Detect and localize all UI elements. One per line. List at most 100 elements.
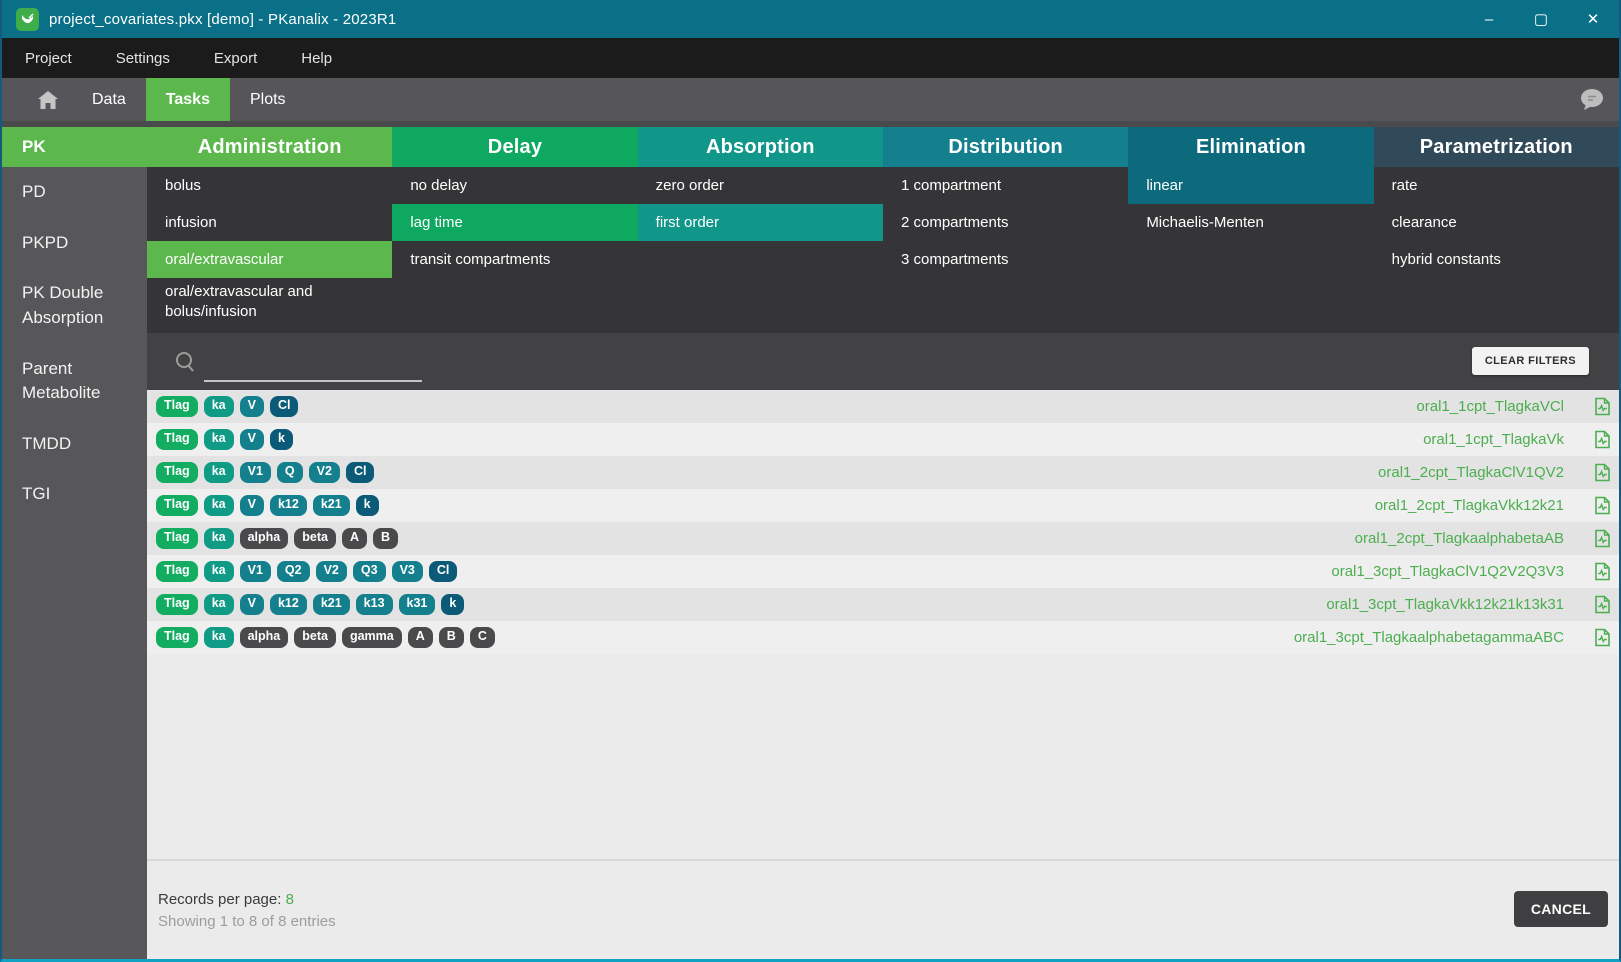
- filter-option-bolus[interactable]: bolus: [147, 167, 392, 204]
- model-row[interactable]: TlagkaV1Q2V2Q3V3Cloral1_3cpt_TlagkaClV1Q…: [147, 555, 1619, 588]
- filter-option-zero-order[interactable]: zero order: [638, 167, 883, 204]
- filter-option-linear[interactable]: linear: [1128, 167, 1373, 204]
- pkanalix-logo-icon: [16, 8, 39, 31]
- tab-tasks[interactable]: Tasks: [146, 78, 230, 121]
- parameter-tag-cl: Cl: [429, 561, 458, 582]
- column-header-absorption: Absorption: [638, 127, 883, 167]
- model-row[interactable]: TlagkaalphabetaABoral1_2cpt_Tlagkaalphab…: [147, 522, 1619, 555]
- filter-option-1-compartment[interactable]: 1 compartment: [883, 167, 1128, 204]
- model-search-input[interactable]: [204, 356, 422, 382]
- sidebar-item-pk[interactable]: PK: [2, 127, 147, 167]
- model-library-panel: AdministrationDelayAbsorptionDistributio…: [147, 127, 1619, 959]
- model-name[interactable]: oral1_3cpt_TlagkaVkk12k21k13k31: [1326, 596, 1564, 613]
- filter-option-lag-time[interactable]: lag time: [392, 204, 637, 241]
- parameter-tags: TlagkaVk12k21k13k31k: [156, 594, 470, 615]
- model-file-icon[interactable]: [1594, 595, 1611, 614]
- cancel-button[interactable]: CANCEL: [1514, 891, 1608, 927]
- parameter-tag-v: V: [240, 594, 264, 615]
- model-file-icon[interactable]: [1594, 529, 1611, 548]
- filter-option-2-compartments[interactable]: 2 compartments: [883, 204, 1128, 241]
- parameter-tag-q: Q: [277, 462, 303, 483]
- window-title: project_covariates.pkx [demo] - PKanalix…: [49, 11, 396, 28]
- model-name[interactable]: oral1_3cpt_TlagkaalphabetagammaABC: [1294, 629, 1564, 646]
- menu-item-export[interactable]: Export: [192, 50, 279, 67]
- model-row[interactable]: TlagkaVCloral1_1cpt_TlagkaVCl: [147, 390, 1619, 423]
- menu-item-help[interactable]: Help: [279, 50, 354, 67]
- model-file-icon[interactable]: [1594, 628, 1611, 647]
- filter-option-clearance[interactable]: clearance: [1374, 204, 1619, 241]
- model-name[interactable]: oral1_2cpt_TlagkaClV1QV2: [1378, 464, 1564, 481]
- parameter-tag-beta: beta: [294, 627, 336, 648]
- parameter-tag-cl: Cl: [346, 462, 375, 483]
- sidebar-item-tgi[interactable]: TGI: [2, 469, 147, 520]
- parameter-tag-k12: k12: [270, 495, 307, 516]
- filter-option-3-compartments[interactable]: 3 compartments: [883, 241, 1128, 278]
- filter-option-transit-compartments[interactable]: transit compartments: [392, 241, 637, 278]
- model-row[interactable]: TlagkaV1QV2Cloral1_2cpt_TlagkaClV1QV2: [147, 456, 1619, 489]
- model-name[interactable]: oral1_2cpt_TlagkaVkk12k21: [1375, 497, 1564, 514]
- parameter-tag-k31: k31: [399, 594, 436, 615]
- model-file-icon[interactable]: [1594, 562, 1611, 581]
- home-tab[interactable]: [2, 78, 72, 121]
- model-name[interactable]: oral1_2cpt_TlagkaalphabetaAB: [1355, 530, 1564, 547]
- model-name[interactable]: oral1_1cpt_TlagkaVk: [1423, 431, 1564, 448]
- showing-entries-text: Showing 1 to 8 of 8 entries: [158, 913, 1619, 930]
- filter-option-hybrid-constants[interactable]: hybrid constants: [1374, 241, 1619, 278]
- clear-filters-button[interactable]: CLEAR FILTERS: [1472, 347, 1589, 375]
- minimize-button[interactable]: –: [1463, 0, 1515, 38]
- parameter-tag-k12: k12: [270, 594, 307, 615]
- parameter-tag-v: V: [240, 495, 264, 516]
- sidebar-item-pk-double-absorption[interactable]: PK Double Absorption: [2, 268, 147, 343]
- parameter-tag-tlag: Tlag: [156, 561, 198, 582]
- filter-option-rate[interactable]: rate: [1374, 167, 1619, 204]
- model-file-icon[interactable]: [1594, 463, 1611, 482]
- chat-bubble-icon[interactable]: [1579, 88, 1605, 117]
- sidebar-item-tmdd[interactable]: TMDD: [2, 419, 147, 470]
- model-row[interactable]: TlagkaVkoral1_1cpt_TlagkaVk: [147, 423, 1619, 456]
- filter-option-oral-extravascular-and-bolus-infusion[interactable]: oral/extravascular and bolus/infusion: [147, 278, 392, 325]
- model-file-icon[interactable]: [1594, 496, 1611, 515]
- parameter-tag-b: B: [373, 528, 398, 549]
- parameter-tag-v3: V3: [392, 561, 423, 582]
- close-button[interactable]: ✕: [1567, 0, 1619, 38]
- parameter-tag-k: k: [270, 429, 293, 450]
- parameter-tag-tlag: Tlag: [156, 396, 198, 417]
- filter-option-no-delay[interactable]: no delay: [392, 167, 637, 204]
- model-file-icon[interactable]: [1594, 430, 1611, 449]
- menu-item-project[interactable]: Project: [2, 50, 94, 67]
- model-row[interactable]: TlagkaVk12k21k13k31k oral1_3cpt_TlagkaVkk…: [147, 588, 1619, 621]
- parameter-tag-tlag: Tlag: [156, 528, 198, 549]
- parameter-tag-ka: ka: [204, 627, 234, 648]
- list-footer: Records per page: 8 Showing 1 to 8 of 8 …: [147, 859, 1619, 959]
- maximize-button[interactable]: ▢: [1515, 0, 1567, 38]
- menu-item-settings[interactable]: Settings: [94, 50, 192, 67]
- records-per-page-value[interactable]: 8: [286, 891, 294, 908]
- parameter-tag-ka: ka: [204, 462, 234, 483]
- parameter-tag-tlag: Tlag: [156, 462, 198, 483]
- filter-option-first-order[interactable]: first order: [638, 204, 883, 241]
- model-name[interactable]: oral1_1cpt_TlagkaVCl: [1416, 398, 1564, 415]
- sidebar-item-parent-metabolite[interactable]: Parent Metabolite: [2, 344, 147, 419]
- sidebar-item-pd[interactable]: PD: [2, 167, 147, 218]
- parameter-tag-q3: Q3: [353, 561, 386, 582]
- filter-column-absorption: zero orderfirst order: [638, 167, 883, 333]
- parameter-tag-k: k: [356, 495, 379, 516]
- model-row[interactable]: TlagkaVk12k21koral1_2cpt_TlagkaVkk12k21: [147, 489, 1619, 522]
- column-header-elimination: Elimination: [1128, 127, 1373, 167]
- sidebar-item-pkpd[interactable]: PKPD: [2, 218, 147, 269]
- model-row[interactable]: TlagkaalphabetagammaABCoral1_3cpt_Tlagka…: [147, 621, 1619, 654]
- model-file-icon[interactable]: [1594, 397, 1611, 416]
- filter-column-parametrization: rateclearancehybrid constants: [1374, 167, 1619, 333]
- parameter-tag-b: B: [439, 627, 464, 648]
- main-area: PKPDPKPDPK Double AbsorptionParent Metab…: [2, 121, 1619, 959]
- tab-plots[interactable]: Plots: [230, 78, 306, 121]
- tab-bar: DataTasksPlots: [2, 78, 1619, 121]
- model-name[interactable]: oral1_3cpt_TlagkaClV1Q2V2Q3V3: [1331, 563, 1564, 580]
- filter-option-oral-extravascular[interactable]: oral/extravascular: [147, 241, 392, 278]
- filter-option-infusion[interactable]: infusion: [147, 204, 392, 241]
- parameter-tag-k21: k21: [313, 495, 350, 516]
- tab-data[interactable]: Data: [72, 78, 146, 121]
- search-icon: [174, 350, 196, 374]
- parameter-tag-ka: ka: [204, 429, 234, 450]
- filter-option-michaelis-menten[interactable]: Michaelis-Menten: [1128, 204, 1373, 241]
